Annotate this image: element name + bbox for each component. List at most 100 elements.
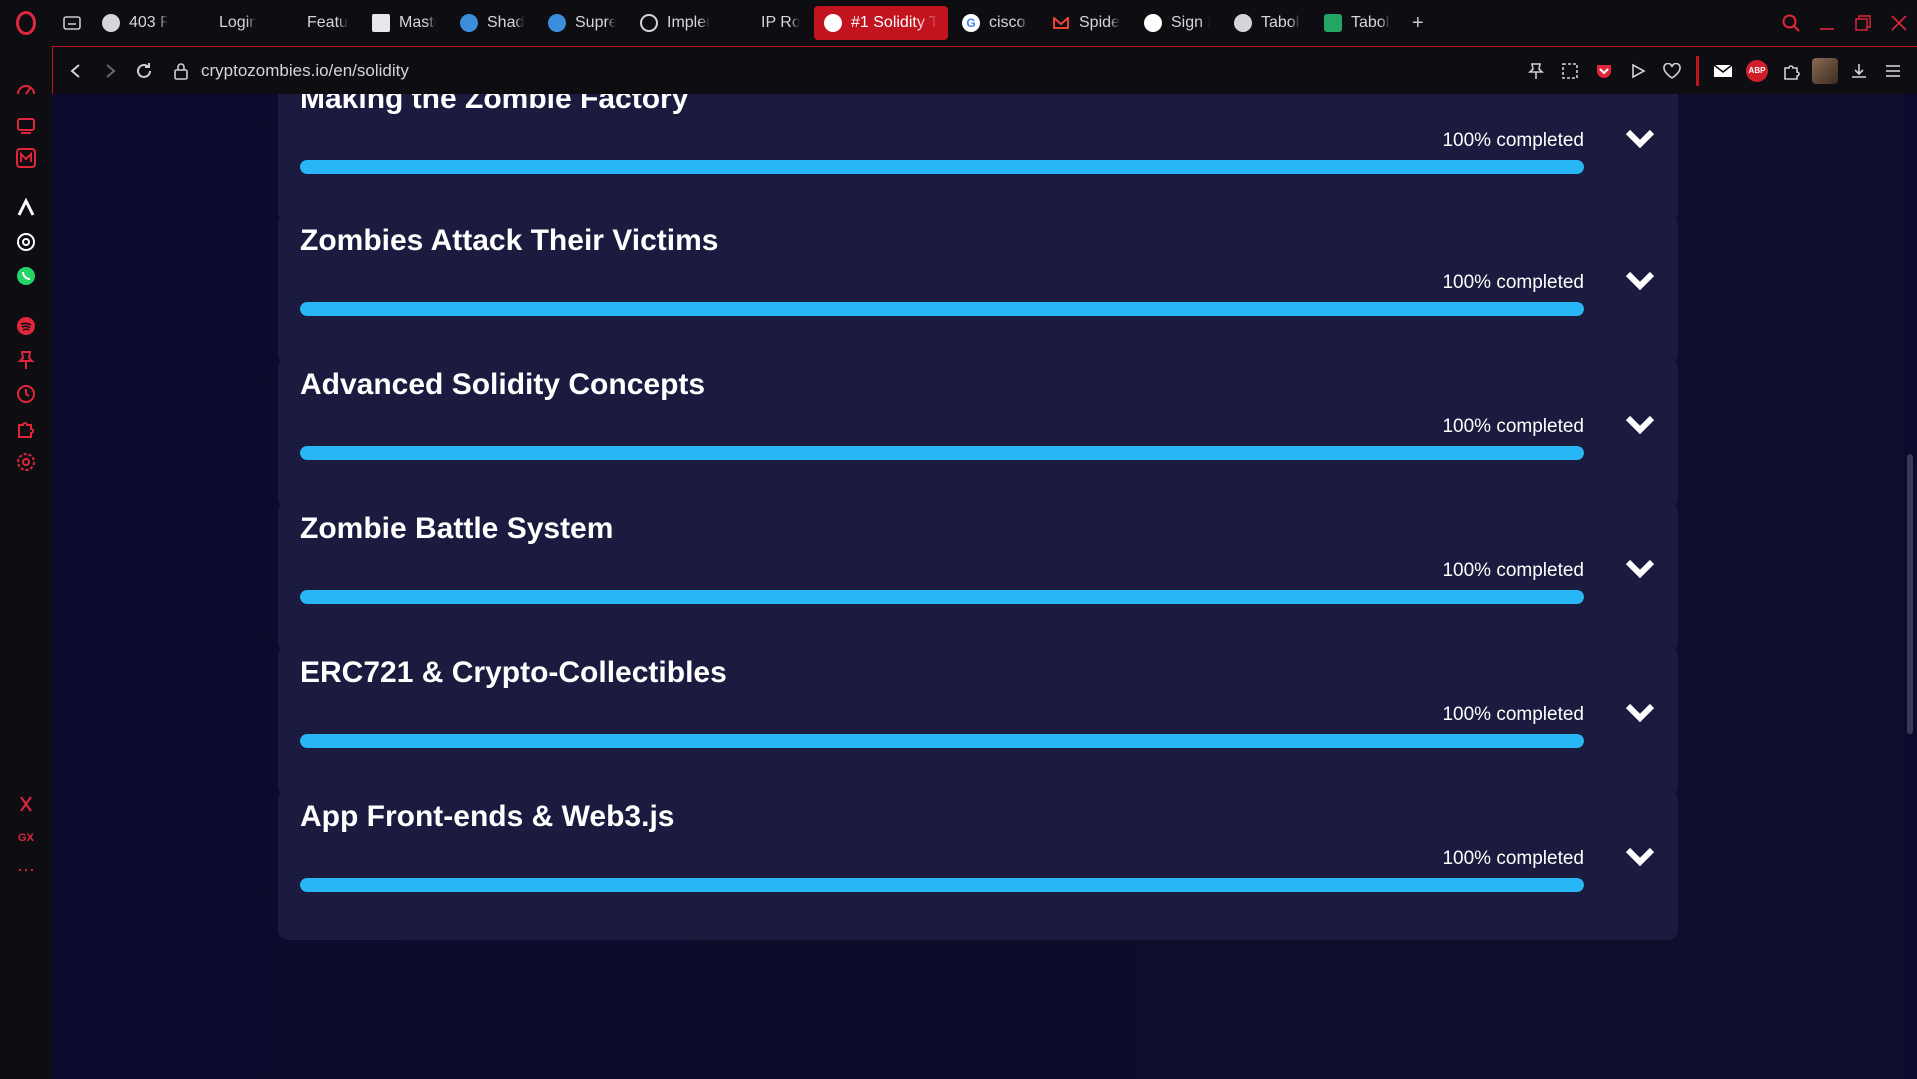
restore-button[interactable]: [1845, 0, 1881, 46]
tab-title: Suprem: [575, 14, 616, 31]
easy-setup-menu-icon[interactable]: [1879, 57, 1907, 85]
opera-logo-icon: [16, 11, 36, 35]
progress-label: 100% completed: [1442, 848, 1584, 869]
lesson-card[interactable]: App Front-ends & Web3.js 100% completed: [278, 790, 1678, 940]
tab-6[interactable]: Suprem: [538, 6, 626, 40]
lesson-title: ERC721 & Crypto-Collectibles: [300, 656, 727, 689]
progress-bar-fill: [300, 590, 1584, 604]
tab-8[interactable]: IP Routi: [724, 6, 810, 40]
progress-bar-fill: [300, 734, 1584, 748]
extensions-icon[interactable]: [14, 416, 38, 440]
chevron-down-icon[interactable]: [1624, 556, 1656, 582]
lock-icon[interactable]: [169, 62, 193, 80]
tab-11[interactable]: Spiderm: [1042, 6, 1130, 40]
back-button[interactable]: [59, 54, 93, 88]
tab-2[interactable]: Login | I: [182, 6, 266, 40]
tab-title: Sign in t: [1171, 14, 1210, 31]
progress-label: 100% completed: [1442, 416, 1584, 437]
aria-icon[interactable]: [14, 196, 38, 220]
history-icon[interactable]: [14, 382, 38, 406]
fighter-icon: [460, 14, 478, 32]
snapshot-icon[interactable]: [1556, 57, 1584, 85]
tab-7[interactable]: Impleme: [630, 6, 720, 40]
tab-title: 403 For: [129, 14, 168, 31]
tab-title: Spiderm: [1079, 14, 1120, 31]
chevron-down-icon[interactable]: [1624, 412, 1656, 438]
workspace-icon: [63, 16, 81, 30]
tab-title: Impleme: [667, 14, 710, 31]
extensions-puzzle-icon[interactable]: [1777, 57, 1805, 85]
mail-m-icon[interactable]: [14, 146, 38, 170]
lesson-card[interactable]: Making the Zombie Factory 100% completed: [278, 94, 1678, 222]
chevron-down-icon[interactable]: [1624, 126, 1656, 152]
search-tabs-icon[interactable]: [1773, 0, 1809, 46]
lesson-title: App Front-ends & Web3.js: [300, 800, 675, 833]
downloads-icon[interactable]: [1845, 57, 1873, 85]
progress-bar: [300, 878, 1584, 892]
page-content: Making the Zombie Factory 100% completed Z…: [52, 94, 1903, 1079]
chevron-down-icon[interactable]: [1624, 700, 1656, 726]
speed-dial-icon[interactable]: [14, 78, 38, 102]
pin-page-icon[interactable]: [1522, 57, 1550, 85]
heart-icon[interactable]: [1658, 57, 1686, 85]
adblock-plus-icon[interactable]: ABP: [1743, 57, 1771, 85]
tab-5[interactable]: Shadow: [450, 6, 534, 40]
lesson-card[interactable]: Zombie Battle System 100% completed: [278, 502, 1678, 652]
pocket-icon[interactable]: [1590, 57, 1618, 85]
google-icon: G: [962, 14, 980, 32]
tab-title: Login | I: [219, 14, 256, 31]
tab-10[interactable]: Gcisco vl: [952, 6, 1038, 40]
document-icon: [372, 14, 390, 32]
gx-label[interactable]: GX: [14, 826, 38, 850]
tab-title: Shadow: [487, 14, 524, 31]
progress-bar-fill: [300, 160, 1584, 174]
page-scrollbar[interactable]: [1903, 94, 1917, 1079]
play-icon[interactable]: [1624, 57, 1652, 85]
tab-12[interactable]: Sign in t: [1134, 6, 1220, 40]
new-tab-button[interactable]: +: [1400, 12, 1436, 35]
lesson-card[interactable]: ERC721 & Crypto-Collectibles 100% complet…: [278, 646, 1678, 796]
progress-label: 100% completed: [1442, 130, 1584, 151]
globe-icon: [102, 14, 120, 32]
tab-title: MasterC: [399, 14, 436, 31]
gx-cleaner-icon[interactable]: [14, 792, 38, 816]
settings-gear-icon[interactable]: [14, 450, 38, 474]
progress-label: 100% completed: [1442, 560, 1584, 581]
tab-strip: 403 For Login | I Feature MasterC Shadow Supr…: [0, 0, 1917, 46]
tab-1[interactable]: 403 For: [92, 6, 178, 40]
progress-label: 100% completed: [1442, 704, 1584, 725]
chatgpt-icon[interactable]: [14, 230, 38, 254]
profile-avatar[interactable]: [1811, 57, 1839, 85]
more-options-icon[interactable]: ⋯: [14, 858, 38, 882]
tab-9[interactable]: #1 Solidity Tuto: [814, 6, 948, 40]
scrollbar-thumb[interactable]: [1907, 454, 1913, 734]
mail-icon[interactable]: [1709, 57, 1737, 85]
gmail-icon: [1052, 14, 1070, 32]
whatsapp-icon[interactable]: [14, 264, 38, 288]
close-window-button[interactable]: [1881, 0, 1917, 46]
tab-3[interactable]: Feature: [270, 6, 358, 40]
tab-13[interactable]: Taboleir: [1224, 6, 1310, 40]
gx-control-icon[interactable]: [14, 112, 38, 136]
bank-icon: [280, 14, 298, 32]
forward-button[interactable]: [93, 54, 127, 88]
lesson-card[interactable]: Zombies Attack Their Victims 100% complet…: [278, 214, 1678, 364]
progress-bar-fill: [300, 446, 1584, 460]
lesson-card[interactable]: Advanced Solidity Concepts 100% completed: [278, 358, 1678, 508]
chevron-down-icon[interactable]: [1624, 268, 1656, 294]
minimize-button[interactable]: [1809, 0, 1845, 46]
reload-button[interactable]: [127, 54, 161, 88]
url-field[interactable]: cryptozombies.io/en/solidity: [201, 61, 409, 81]
tab-title: Taboleir: [1351, 14, 1390, 31]
tab-14[interactable]: Taboleir: [1314, 6, 1400, 40]
progress-label: 100% completed: [1442, 272, 1584, 293]
progress-bar: [300, 160, 1584, 174]
tab-islands-icon[interactable]: [52, 0, 92, 46]
tab-4[interactable]: MasterC: [362, 6, 446, 40]
opera-menu-button[interactable]: [0, 0, 52, 46]
spotify-icon[interactable]: [14, 314, 38, 338]
pin-icon[interactable]: [14, 348, 38, 372]
cisco-icon: [192, 14, 210, 32]
chevron-down-icon[interactable]: [1624, 844, 1656, 870]
progress-bar-fill: [300, 302, 1584, 316]
